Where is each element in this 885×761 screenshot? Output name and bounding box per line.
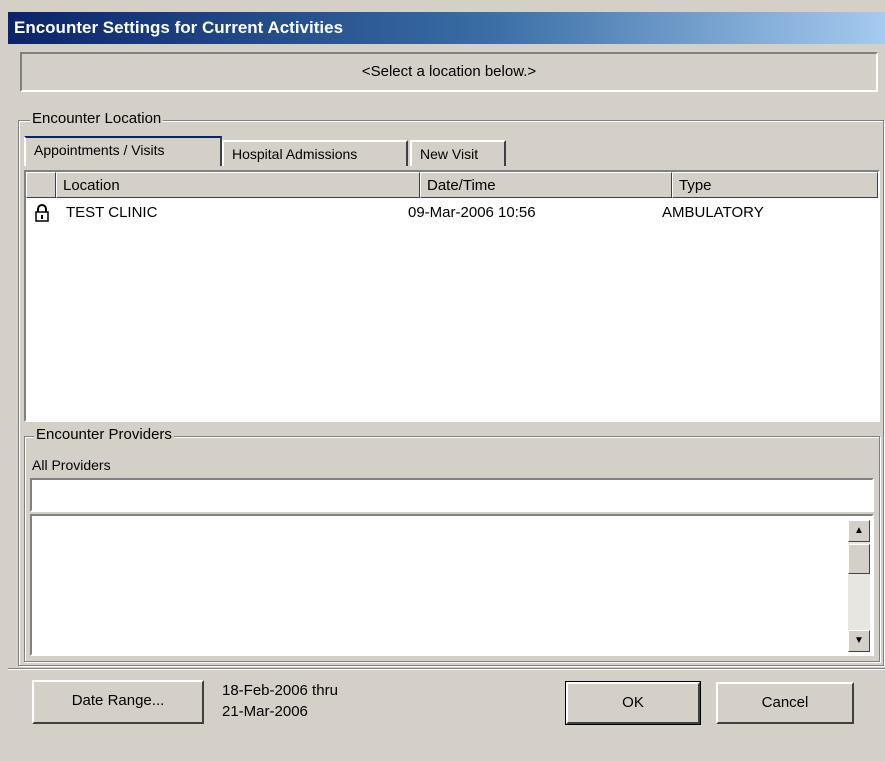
column-header-datetime[interactable]: Date/Time xyxy=(420,172,672,198)
tab-new-visit[interactable]: New Visit xyxy=(410,140,506,166)
provider-filter-field[interactable] xyxy=(30,478,874,512)
date-range-button-label: Date Range... xyxy=(71,692,165,709)
column-header-type[interactable]: Type xyxy=(672,172,878,198)
scroll-down-button[interactable]: ▼ xyxy=(848,630,870,652)
window-title-bar[interactable]: Encounter Settings for Current Activitie… xyxy=(8,12,885,44)
tab-hospital-admissions-label: Hospital Admissions xyxy=(232,146,358,162)
row-type: AMBULATORY xyxy=(662,204,764,221)
scroll-thumb[interactable] xyxy=(848,544,870,574)
cancel-button-label: Cancel xyxy=(761,694,809,711)
lock-icon xyxy=(34,204,50,226)
encounter-providers-label: Encounter Providers xyxy=(34,426,174,443)
column-header-icon[interactable] xyxy=(26,172,56,198)
provider-list[interactable]: ▲ ▼ xyxy=(30,514,874,656)
instruction-text: <Select a location below.> xyxy=(361,63,537,80)
ok-button-label: OK xyxy=(622,694,644,711)
tab-new-visit-label: New Visit xyxy=(420,146,479,162)
tab-hospital-admissions[interactable]: Hospital Admissions xyxy=(222,140,408,166)
tab-appointments-visits-label: Appointments / Visits xyxy=(34,142,165,158)
column-header-datetime-label: Date/Time xyxy=(427,177,496,194)
tab-appointments-visits[interactable]: Appointments / Visits xyxy=(24,136,222,166)
date-range-button[interactable]: Date Range... xyxy=(32,680,204,724)
column-header-type-label: Type xyxy=(679,177,712,194)
ok-button[interactable]: OK xyxy=(565,681,701,725)
window-title: Encounter Settings for Current Activitie… xyxy=(14,18,344,37)
encounter-location-label: Encounter Location xyxy=(30,110,164,127)
date-range-start: 18-Feb-2006 thru xyxy=(222,682,338,699)
table-row[interactable]: TEST CLINIC 09-Mar-2006 10:56 AMBULATORY xyxy=(26,200,878,226)
column-header-location-label: Location xyxy=(63,177,120,194)
row-location: TEST CLINIC xyxy=(66,204,158,221)
date-range-end: 21-Mar-2006 xyxy=(222,703,308,720)
column-header-location[interactable]: Location xyxy=(56,172,420,198)
scroll-up-button[interactable]: ▲ xyxy=(848,520,870,542)
cancel-button[interactable]: Cancel xyxy=(716,682,854,724)
location-list[interactable]: Location Date/Time Type TEST CLINIC 09-M… xyxy=(24,170,880,422)
footer-divider xyxy=(8,668,885,670)
row-datetime: 09-Mar-2006 10:56 xyxy=(408,204,536,221)
all-providers-label: All Providers xyxy=(32,457,111,473)
provider-list-scrollbar[interactable]: ▲ ▼ xyxy=(848,520,870,652)
instruction-message: <Select a location below.> xyxy=(20,52,878,92)
